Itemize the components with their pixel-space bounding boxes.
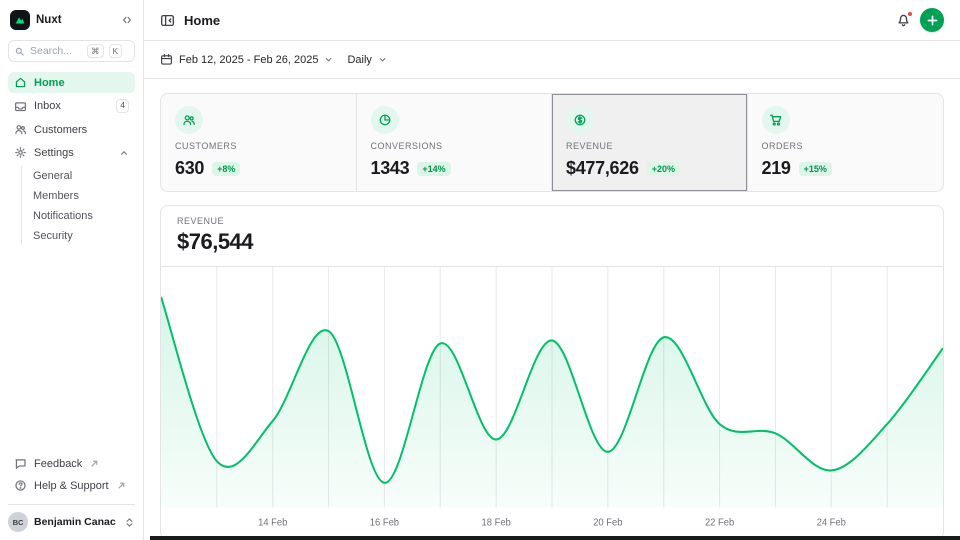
sidebar-item-home[interactable]: Home bbox=[8, 72, 135, 93]
app-window: Nuxt ⌘ K Home Inb bbox=[0, 0, 960, 540]
inbox-count-badge: 4 bbox=[116, 99, 129, 113]
calendar-icon bbox=[160, 53, 173, 66]
date-range-label: Feb 12, 2025 - Feb 26, 2025 bbox=[179, 54, 318, 66]
footer-link-label: Feedback bbox=[34, 458, 82, 470]
sidebar-item-customers[interactable]: Customers bbox=[8, 119, 135, 140]
stat-card-orders[interactable]: ORDERS 219 +15% bbox=[748, 94, 944, 191]
user-menu[interactable]: BC Benjamin Canac bbox=[8, 504, 135, 532]
svg-text:18 Feb: 18 Feb bbox=[482, 517, 511, 528]
stat-card-customers[interactable]: CUSTOMERS 630 +8% bbox=[161, 94, 357, 191]
filters-toolbar: Feb 12, 2025 - Feb 26, 2025 Daily bbox=[144, 41, 960, 79]
question-circle-icon bbox=[14, 479, 27, 492]
home-icon bbox=[14, 76, 27, 89]
revenue-area-chart[interactable]: 14 Feb 16 Feb 18 Feb 20 Feb 22 Feb 24 Feb bbox=[161, 267, 943, 539]
sidebar-item-label: Inbox bbox=[34, 100, 61, 112]
stat-value: 1343 bbox=[371, 158, 410, 179]
date-range-picker[interactable]: Feb 12, 2025 - Feb 26, 2025 bbox=[160, 53, 333, 66]
stat-label: CONVERSIONS bbox=[371, 141, 538, 151]
stat-label: ORDERS bbox=[762, 141, 930, 151]
sidebar-item-label: Customers bbox=[34, 124, 87, 136]
stat-delta-badge: +8% bbox=[212, 162, 240, 176]
nuxt-logo-icon bbox=[10, 10, 30, 30]
sidebar-footer: Feedback Help & Support bbox=[8, 453, 135, 500]
sidebar-subitem-security[interactable]: Security bbox=[22, 226, 135, 245]
collapse-sidebar-icon[interactable] bbox=[121, 14, 133, 26]
user-name: Benjamin Canac bbox=[34, 516, 118, 528]
search-input[interactable] bbox=[30, 45, 82, 57]
subitem-label: General bbox=[33, 170, 72, 182]
stat-value: 219 bbox=[762, 158, 791, 179]
svg-text:20 Feb: 20 Feb bbox=[593, 517, 622, 528]
sidebar-subitem-general[interactable]: General bbox=[22, 166, 135, 185]
help-support-link[interactable]: Help & Support bbox=[8, 475, 135, 496]
chart-pie-icon bbox=[371, 106, 399, 134]
sidebar: Nuxt ⌘ K Home Inb bbox=[0, 0, 144, 540]
sidebar-subitem-notifications[interactable]: Notifications bbox=[22, 206, 135, 225]
notification-dot bbox=[907, 11, 913, 17]
add-button[interactable] bbox=[920, 8, 944, 32]
stat-card-conversions[interactable]: CONVERSIONS 1343 +14% bbox=[357, 94, 553, 191]
sidebar-toggle-icon[interactable] bbox=[160, 13, 175, 28]
workspace-title: Nuxt bbox=[36, 14, 115, 26]
granularity-select[interactable]: Daily bbox=[347, 54, 386, 66]
stat-value: 630 bbox=[175, 158, 204, 179]
chevron-down-icon bbox=[324, 55, 333, 64]
sidebar-header: Nuxt bbox=[8, 8, 135, 36]
notifications-button[interactable] bbox=[896, 13, 911, 28]
svg-text:16 Feb: 16 Feb bbox=[370, 517, 399, 528]
feedback-link[interactable]: Feedback bbox=[8, 453, 135, 474]
chart-metric-label: REVENUE bbox=[177, 216, 927, 226]
sidebar-item-settings[interactable]: Settings bbox=[8, 142, 135, 163]
subitem-label: Members bbox=[33, 190, 79, 202]
stats-row: CUSTOMERS 630 +8% CONVERSIONS 1343 +14% bbox=[160, 93, 944, 192]
chevron-up-icon bbox=[119, 148, 129, 158]
search-box[interactable]: ⌘ K bbox=[8, 40, 135, 62]
cart-icon bbox=[762, 106, 790, 134]
dollar-circle-icon bbox=[566, 106, 594, 134]
external-link-icon bbox=[91, 458, 98, 470]
gear-icon bbox=[14, 146, 27, 159]
avatar: BC bbox=[8, 512, 28, 532]
horizontal-scrollbar[interactable] bbox=[150, 536, 960, 540]
settings-subnav: General Members Notifications Security bbox=[21, 166, 135, 245]
revenue-chart-card: REVENUE $76,544 14 Feb 16 Feb 18 Feb 20 Feb… bbox=[160, 205, 944, 540]
sidebar-nav: Home Inbox 4 Customers Settings bbox=[8, 72, 135, 246]
subitem-label: Security bbox=[33, 230, 73, 242]
chart-metric-value: $76,544 bbox=[177, 229, 927, 255]
page-title: Home bbox=[184, 13, 220, 28]
inbox-icon bbox=[14, 100, 27, 113]
subitem-label: Notifications bbox=[33, 210, 93, 222]
svg-text:22 Feb: 22 Feb bbox=[705, 517, 734, 528]
stat-label: CUSTOMERS bbox=[175, 141, 342, 151]
message-icon bbox=[14, 457, 27, 470]
sidebar-subitem-members[interactable]: Members bbox=[22, 186, 135, 205]
stat-card-revenue[interactable]: REVENUE $477,626 +20% bbox=[552, 94, 748, 191]
stat-value: $477,626 bbox=[566, 158, 639, 179]
svg-text:14 Feb: 14 Feb bbox=[258, 517, 287, 528]
search-icon bbox=[14, 46, 25, 57]
sidebar-item-label: Home bbox=[34, 77, 65, 89]
svg-text:24 Feb: 24 Feb bbox=[817, 517, 846, 528]
chevron-down-icon bbox=[378, 55, 387, 64]
sidebar-item-inbox[interactable]: Inbox 4 bbox=[8, 95, 135, 117]
page-header: Home bbox=[144, 0, 960, 41]
sidebar-spacer bbox=[8, 246, 135, 453]
sidebar-item-label: Settings bbox=[34, 147, 74, 159]
stat-delta-badge: +20% bbox=[647, 162, 680, 176]
users-icon bbox=[175, 106, 203, 134]
chart-header: REVENUE $76,544 bbox=[161, 206, 943, 267]
granularity-label: Daily bbox=[347, 54, 371, 66]
footer-link-label: Help & Support bbox=[34, 480, 109, 492]
dashboard-content: CUSTOMERS 630 +8% CONVERSIONS 1343 +14% bbox=[144, 79, 960, 540]
kbd-k: K bbox=[109, 44, 123, 58]
kbd-cmd: ⌘ bbox=[87, 44, 104, 58]
chevrons-up-down-icon bbox=[124, 517, 135, 528]
stat-delta-badge: +14% bbox=[417, 162, 450, 176]
main-panel: Home Feb 12, 2025 - Feb 26, 2025 bbox=[144, 0, 960, 540]
stat-delta-badge: +15% bbox=[799, 162, 832, 176]
external-link-icon bbox=[118, 480, 125, 492]
stat-label: REVENUE bbox=[566, 141, 733, 151]
users-icon bbox=[14, 123, 27, 136]
